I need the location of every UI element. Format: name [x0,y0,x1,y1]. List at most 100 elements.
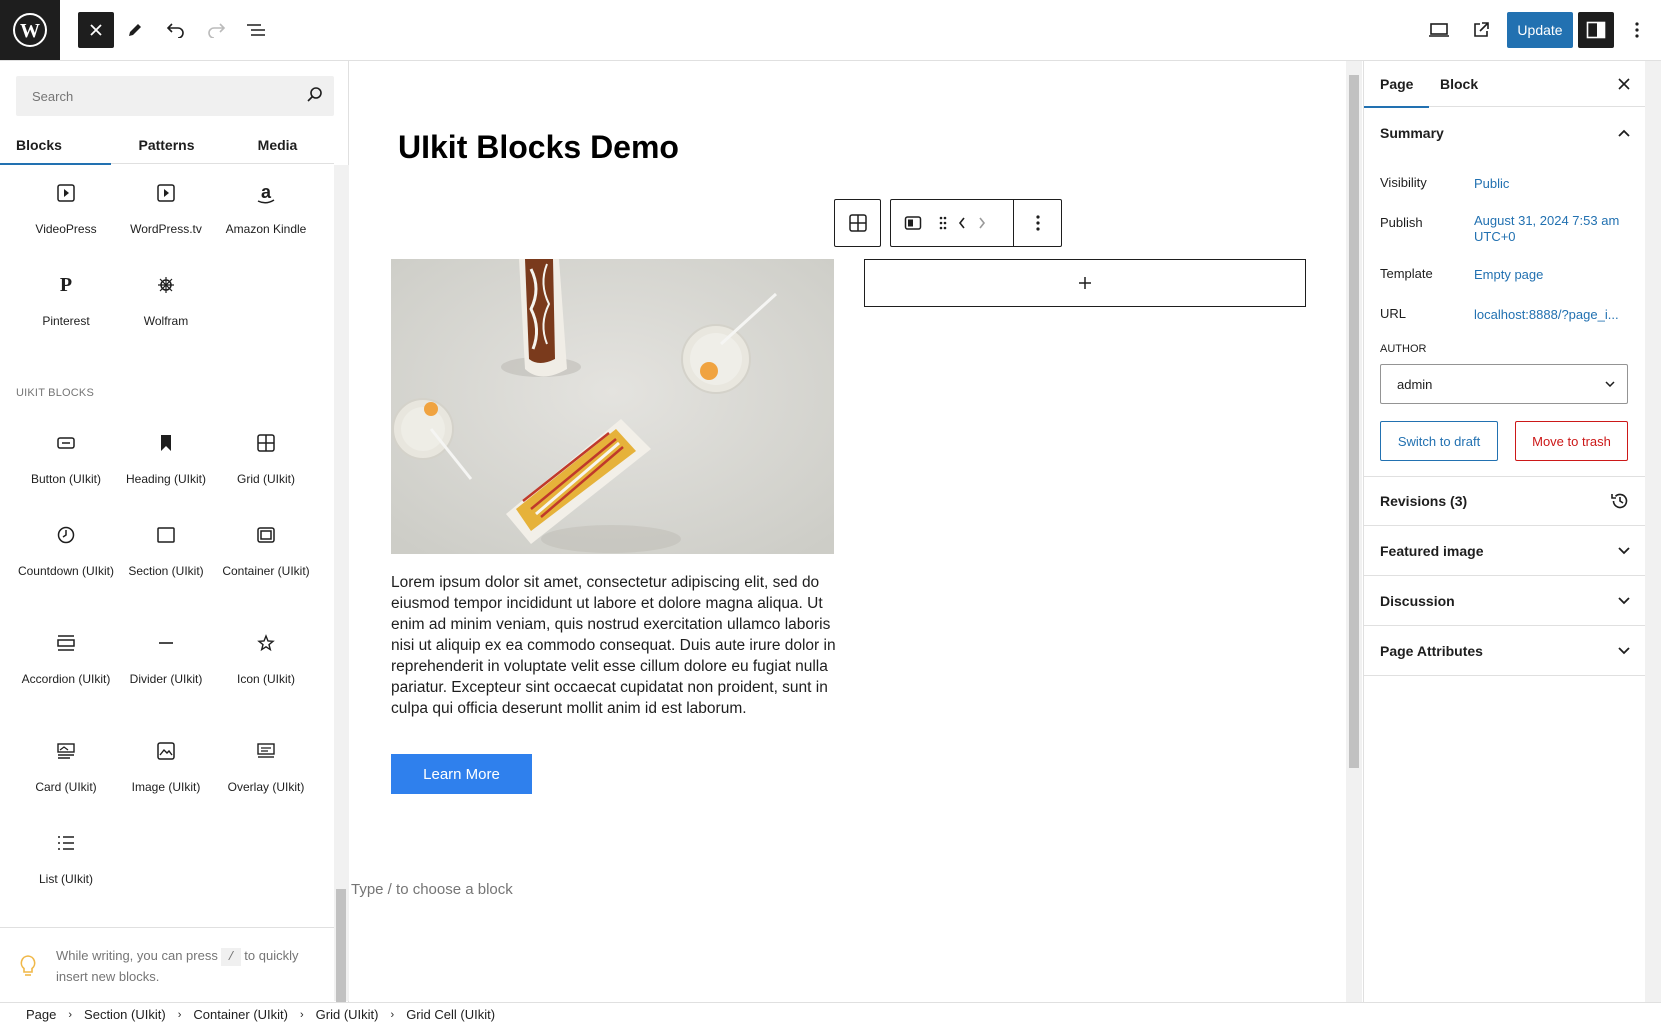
paragraph[interactable]: Lorem ipsum dolor sit amet, consectetur … [391,572,837,719]
tab-patterns[interactable]: Patterns [111,126,222,164]
plus-icon [1079,277,1091,289]
block-label: Amazon Kindle [225,222,307,236]
editor-canvas[interactable]: UIkit Blocks Demo Lorem ipsum dolor sit … [350,61,1346,1002]
block-list-uikit[interactable]: List (UIkit) [16,829,116,887]
breadcrumb-item-current[interactable]: Grid Cell (UIkit) [394,1007,507,1022]
block-overlay-uikit[interactable]: Overlay (UIkit) [216,737,316,795]
template-label: Template [1380,266,1433,281]
lightbulb-icon [20,955,36,976]
block-placeholder[interactable]: Type / to choose a block [351,881,513,898]
revisions-panel[interactable]: Revisions (3) [1364,476,1646,526]
list-view-button[interactable] [238,12,274,48]
select-parent-button[interactable] [835,200,880,246]
page-attributes-panel[interactable]: Page Attributes [1364,626,1646,676]
close-inserter-button[interactable] [78,12,114,48]
block-card-uikit[interactable]: Card (UIkit) [16,737,116,795]
move-to-trash-button[interactable]: Move to trash [1515,421,1628,461]
block-accordion-uikit[interactable]: Accordion (UIkit) [16,629,116,687]
block-button-uikit[interactable]: Button (UIkit) [16,429,116,487]
publish-date: August 31, 2024 7:53 am [1474,213,1620,228]
editor-header: W Update [0,0,1661,61]
breadcrumb-item[interactable]: Grid (UIkit) [304,1007,391,1022]
block-wolfram[interactable]: Wolfram [116,271,216,329]
search-input[interactable] [16,76,296,116]
discussion-panel[interactable]: Discussion [1364,576,1646,626]
settings-sidebar: Page Block Summary Visibility Public Pub… [1363,61,1646,1002]
redo-button[interactable] [198,12,234,48]
update-button[interactable]: Update [1507,12,1573,48]
options-button[interactable] [1620,12,1654,48]
block-heading-uikit[interactable]: Heading (UIkit) [116,429,216,487]
wordpress-logo[interactable]: W [0,0,60,60]
tab-page[interactable]: Page [1364,61,1430,108]
block-container-uikit[interactable]: Container (UIkit) [216,521,316,579]
block-videopress[interactable]: VideoPress [16,179,116,237]
switch-to-draft-button[interactable]: Switch to draft [1380,421,1498,461]
chevron-left-icon [958,217,965,229]
block-image-uikit[interactable]: Image (UIkit) [116,737,216,795]
undo-button[interactable] [158,12,194,48]
close-sidebar-button[interactable] [1607,67,1641,101]
featured-image-panel[interactable]: Featured image [1364,526,1646,576]
move-right-button[interactable] [973,200,991,246]
breadcrumb-item[interactable]: Page [14,1007,68,1022]
publish-timezone: UTC+0 [1474,229,1516,244]
block-type-button[interactable] [891,200,935,246]
block-grid-uikit[interactable]: Grid (UIkit) [216,429,316,487]
settings-toggle-button[interactable] [1578,12,1614,48]
inserter-tip: While writing, you can press / to quickl… [0,927,334,1002]
url-value[interactable]: localhost:8888/?page_i... [1474,307,1619,323]
tools-button[interactable] [117,12,153,48]
undo-icon [166,23,184,38]
inserter-scrollbar[interactable] [334,165,349,1026]
template-value[interactable]: Empty page [1474,267,1543,283]
pencil-icon [129,24,141,36]
page-title[interactable]: UIkit Blocks Demo [398,129,679,166]
block-label: Icon (UIkit) [236,672,295,686]
tip-text-before: While writing, you can press [56,948,218,963]
breadcrumb-item[interactable]: Container (UIkit) [181,1007,300,1022]
star-icon [257,634,275,652]
block-icon-uikit[interactable]: Icon (UIkit) [216,629,316,687]
move-left-button[interactable] [951,200,973,246]
preview-button[interactable] [1421,12,1457,48]
block-wordpress-tv[interactable]: WordPress.tv [116,179,216,237]
chevron-up-icon [1618,129,1630,137]
block-pinterest[interactable]: P Pinterest [16,271,116,329]
sidebar-scrollbar[interactable] [1645,61,1661,1002]
search-icon [307,87,322,102]
block-options-button[interactable] [1014,200,1061,246]
summary-panel-toggle[interactable]: Summary [1364,108,1646,158]
options-icon [1035,215,1040,231]
view-page-button[interactable] [1463,12,1499,48]
section-icon [157,527,175,543]
author-select[interactable]: admin [1380,364,1628,404]
block-section-uikit[interactable]: Section (UIkit) [116,521,216,579]
publish-value[interactable]: August 31, 2024 7:53 am UTC+0 [1474,213,1624,245]
hero-image[interactable] [391,259,834,554]
canvas-scrollbar[interactable] [1346,61,1362,1002]
block-label: Section (UIkit) [128,564,204,578]
block-amazon-kindle[interactable]: a Amazon Kindle [216,179,316,237]
breadcrumb-item[interactable]: Section (UIkit) [72,1007,178,1022]
tab-block[interactable]: Block [1424,61,1494,107]
tab-media[interactable]: Media [222,126,333,164]
block-label: Grid (UIkit) [237,472,295,486]
visibility-label: Visibility [1380,175,1427,190]
add-block-button[interactable] [864,259,1306,307]
block-countdown-uikit[interactable]: Countdown (UIkit) [16,521,116,579]
drag-handle[interactable] [935,200,951,246]
learn-more-button[interactable]: Learn More [391,754,532,794]
block-label: Button (UIkit) [30,472,102,486]
close-icon [90,24,102,36]
page-attributes-label: Page Attributes [1380,642,1483,659]
list-view-icon [247,24,265,36]
options-icon [1635,22,1639,38]
container-icon [257,527,275,543]
author-label: AUTHOR [1380,343,1427,355]
visibility-value[interactable]: Public [1474,176,1509,192]
block-divider-uikit[interactable]: Divider (UIkit) [116,629,216,687]
tab-blocks[interactable]: Blocks [0,126,111,165]
tip-text: While writing, you can press / to quickl… [56,945,306,987]
featured-image-label: Featured image [1380,542,1484,559]
